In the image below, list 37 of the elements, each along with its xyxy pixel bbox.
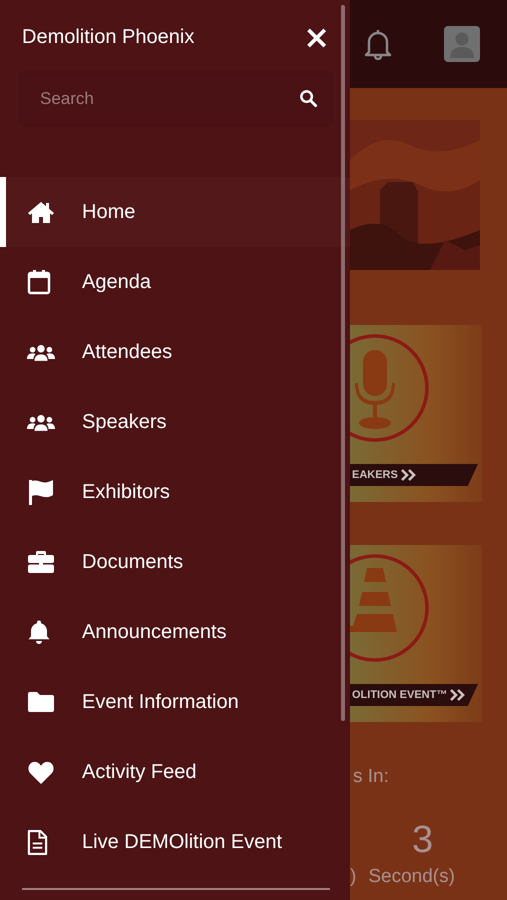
menu-item[interactable]: Event Information <box>0 667 350 737</box>
countdown-heading: s In: <box>353 766 389 788</box>
heart-icon <box>27 760 55 784</box>
menu-item[interactable]: Speakers <box>0 387 350 457</box>
close-button[interactable]: × <box>303 22 330 52</box>
menu-item[interactable]: Documents <box>0 527 350 597</box>
search-field[interactable]: Search <box>22 74 330 124</box>
avatar[interactable] <box>444 26 480 62</box>
countdown-unit: ) <box>350 866 356 888</box>
document-icon <box>27 828 48 856</box>
drawer-title: Demolition Phoenix <box>22 26 194 48</box>
tile-label: OLITION EVENT™ <box>352 689 448 701</box>
people-icon <box>27 412 55 432</box>
menu-item[interactable]: Activity Feed <box>0 737 350 807</box>
menu-item[interactable]: Live DEMOlition Event <box>0 807 350 877</box>
menu-item[interactable]: Exhibitors <box>0 457 350 527</box>
countdown-value: 3 <box>412 819 434 862</box>
feature-tile[interactable]: OLITION EVENT™ <box>350 545 482 722</box>
briefcase-icon <box>27 550 55 574</box>
menu-item[interactable]: Announcements <box>0 597 350 667</box>
people-icon <box>27 342 55 362</box>
menu-item[interactable]: Attendees <box>0 317 350 387</box>
double-chevron-icon <box>450 689 466 701</box>
feature-tile[interactable]: EAKERS <box>350 325 482 502</box>
menu-item[interactable]: Agenda <box>0 247 350 317</box>
tile-label: EAKERS <box>352 469 398 481</box>
scrollbar[interactable] <box>341 5 345 721</box>
search-icon <box>299 89 318 108</box>
bell-icon <box>27 619 51 645</box>
bell-icon[interactable] <box>363 28 393 60</box>
flag-icon <box>27 478 55 506</box>
double-chevron-icon <box>400 469 417 481</box>
house-icon <box>27 200 55 224</box>
folder-icon <box>27 691 55 713</box>
calendar-icon <box>27 269 51 295</box>
menu-item[interactable]: Home <box>0 177 350 247</box>
countdown-unit: Second(s) <box>368 866 455 888</box>
